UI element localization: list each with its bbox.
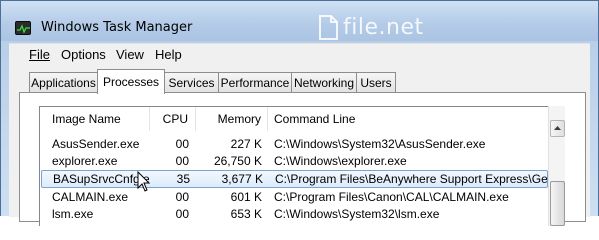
cell-cpu: 35 (176, 172, 190, 186)
cell-memory: 601 K (230, 190, 262, 204)
watermark-text: file.net (343, 15, 424, 40)
cell-image-name: AsusSender.exe (52, 137, 140, 151)
table-row[interactable]: lsm.exe 00 653 K C:\Windows\System32\lsm… (40, 206, 548, 223)
menu-file[interactable]: File (29, 47, 50, 62)
list-header: Image Name CPU Memory Command Line (40, 107, 548, 131)
task-manager-icon (15, 21, 31, 35)
table-row[interactable]: explorer.exe 00 26,750 K C:\Windows\expl… (40, 153, 548, 170)
chevron-up-icon (554, 126, 561, 130)
tab-services-label: Services (168, 76, 215, 90)
cell-image-name: lsm.exe (52, 207, 94, 221)
tab-networking-label: Networking (293, 76, 355, 90)
cell-cpu: 00 (175, 137, 189, 151)
tab-performance[interactable]: Performance (218, 72, 292, 93)
task-manager-window: Windows Task Manager file.net File Optio… (0, 0, 599, 226)
cell-memory: 653 K (230, 207, 262, 221)
mouse-pointer-icon (137, 170, 151, 196)
column-memory[interactable]: Memory (196, 107, 268, 131)
tab-users-label: Users (360, 76, 392, 90)
menu-view[interactable]: View (116, 47, 144, 62)
vertical-scrollbar[interactable] (548, 106, 565, 226)
column-cpu[interactable]: CPU (150, 107, 196, 131)
menu-options[interactable]: Options (61, 47, 106, 62)
menu-help-label: Help (155, 47, 182, 62)
cell-command-line: C:\Program Files\Canon\CAL\CALMAIN.exe (274, 190, 509, 204)
menu-view-label: View (116, 47, 144, 62)
cell-command-line: C:\Windows\System32\AsusSender.exe (274, 137, 486, 151)
processes-panel: Image Name CPU Memory Command Line AsusS… (19, 92, 586, 226)
cell-memory: 26,750 K (213, 154, 262, 168)
tab-users[interactable]: Users (356, 72, 396, 93)
scroll-thumb[interactable] (550, 181, 565, 226)
cell-image-name: CALMAIN.exe (52, 190, 129, 204)
file-net-logo-icon (317, 15, 339, 44)
cell-memory: 3,677 K (221, 172, 263, 186)
cell-memory: 227 K (230, 137, 262, 151)
column-image-name[interactable]: Image Name (40, 107, 150, 131)
cell-image-name: explorer.exe (52, 154, 118, 168)
menu-bar: File Options View Help (9, 43, 590, 65)
cell-command-line: C:\Windows\explorer.exe (274, 154, 407, 168)
tab-performance-label: Performance (220, 76, 290, 90)
table-row[interactable]: AsusSender.exe 00 227 K C:\Windows\Syste… (40, 136, 548, 153)
cell-cpu: 00 (175, 207, 189, 221)
tab-applications[interactable]: Applications (29, 72, 98, 93)
cell-image-name: BASupSrvcCnfg.exe (53, 172, 149, 186)
cell-cpu: 00 (175, 190, 189, 204)
process-list[interactable]: Image Name CPU Memory Command Line AsusS… (39, 106, 549, 226)
cell-cpu: 00 (175, 154, 189, 168)
title-bar[interactable]: Windows Task Manager file.net (1, 1, 598, 41)
window-title: Windows Task Manager (41, 20, 193, 35)
menu-help[interactable]: Help (155, 47, 182, 62)
table-row[interactable]: CALMAIN.exe 00 601 K C:\Program Files\Ca… (40, 189, 548, 206)
cell-command-line: C:\Windows\System32\lsm.exe (274, 207, 440, 221)
client-area: Applications Processes Services Performa… (9, 65, 590, 226)
tab-processes[interactable]: Processes (97, 69, 165, 94)
tab-services[interactable]: Services (164, 72, 219, 93)
table-row-selected[interactable]: BASupSrvcCnfg.exe 35 3,677 K C:\Program … (41, 170, 548, 188)
menu-file-label: File (29, 47, 50, 62)
cell-command-line: C:\Program Files\BeAnywhere Support Expr… (275, 172, 547, 186)
tab-applications-label: Applications (31, 76, 96, 90)
scroll-up-button[interactable] (550, 120, 565, 137)
tab-processes-label: Processes (102, 75, 160, 89)
menu-options-label: Options (61, 47, 106, 62)
tab-networking[interactable]: Networking (291, 72, 357, 93)
column-command-line[interactable]: Command Line (268, 107, 548, 131)
